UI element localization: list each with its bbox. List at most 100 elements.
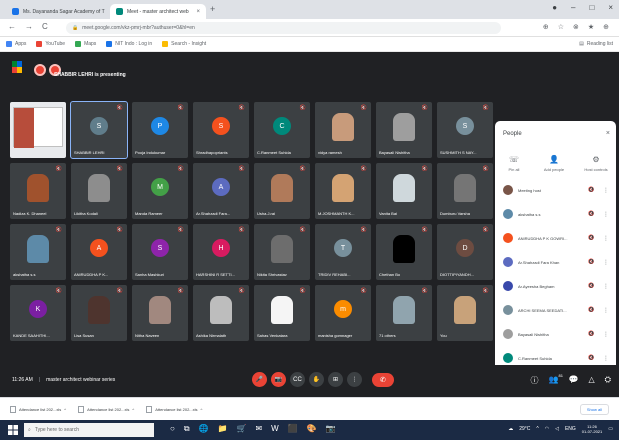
participant-tile[interactable]: A 🔇 Ar.Shahzadi Fara... <box>193 163 249 219</box>
people-icon[interactable]: 👥 <box>549 375 559 386</box>
extension-icon[interactable]: ⊗ <box>573 23 579 31</box>
windows-start-icon[interactable] <box>8 425 18 435</box>
tray-arrow-icon[interactable]: ^ <box>536 426 538 432</box>
more-options-icon[interactable]: ⋮ <box>603 259 609 266</box>
more-options-button[interactable]: ⋮ <box>347 372 362 387</box>
extensions-puzzle-icon[interactable]: ★ <box>588 23 594 31</box>
volume-icon[interactable]: ◁ <box>555 426 559 432</box>
task-view-icon[interactable]: ⧉ <box>184 424 190 434</box>
participant-tile[interactable]: 🔇 Chethan Bo <box>376 224 432 280</box>
host-controls-tab[interactable]: ⚙ Host controls <box>579 155 613 172</box>
minimize-button[interactable]: – <box>571 3 575 12</box>
more-options-icon[interactable]: ⋮ <box>603 235 609 242</box>
cortana-icon[interactable]: ○ <box>170 424 175 434</box>
word-icon[interactable]: W <box>271 424 279 434</box>
participant-tile[interactable]: 🔇 Bayasali Nishitha <box>376 102 432 158</box>
participant-tile[interactable]: 🔇 vidya ramesh <box>315 102 371 158</box>
chevron-up-icon[interactable]: ^ <box>132 407 134 412</box>
back-button[interactable]: ← <box>8 22 16 31</box>
participant-tile[interactable]: 🔇 Nadiza K. Dhaneel <box>10 163 66 219</box>
url-input[interactable]: 🔒 meet.google.com/vkz-pmrj-mbr?authuser=… <box>66 22 501 34</box>
participant-tile[interactable]: 🔇 You <box>437 285 493 341</box>
participant-tile[interactable]: A 🔇 ANIRUDDHA P K... <box>71 224 127 280</box>
raise-hand-button[interactable]: ✋ <box>309 372 324 387</box>
mic-muted-icon[interactable]: 🔇 <box>588 235 594 241</box>
mic-muted-icon[interactable]: 🔇 <box>588 211 594 217</box>
taskbar-search-input[interactable]: ⌕ Type here to search <box>24 423 154 437</box>
captions-button[interactable]: CC <box>290 372 305 387</box>
participant-tile[interactable]: 🔇 Ashika Nirmalath <box>193 285 249 341</box>
reading-list-button[interactable]: ▤ Reading list <box>579 41 613 47</box>
participant-tile[interactable]: 🔇 M.JOSHMANTH K... <box>315 163 371 219</box>
mic-muted-icon[interactable]: 🔇 <box>588 307 594 313</box>
more-options-icon[interactable]: ⋮ <box>603 187 609 194</box>
participant-tile[interactable]: m 🔇 manisha gomnager <box>315 285 371 341</box>
more-options-icon[interactable]: ⋮ <box>603 211 609 218</box>
participant-tile[interactable]: 🔇 71 others <box>376 285 432 341</box>
participant-tile[interactable]: C 🔇 C.Ranmeet Suhida <box>254 102 310 158</box>
tab-close-icon[interactable]: × <box>196 9 200 15</box>
notification-icon[interactable]: ▭ <box>608 426 613 432</box>
new-tab-button[interactable]: + <box>210 4 215 14</box>
participant-tile[interactable]: 🔇 Vanita Bai <box>376 163 432 219</box>
show-all-downloads-button[interactable]: Show all <box>579 403 609 415</box>
close-window-button[interactable]: × <box>608 3 613 12</box>
clock[interactable]: 11:26 01-07-2021 <box>582 424 602 434</box>
file-explorer-icon[interactable]: 📁 <box>218 424 228 434</box>
mic-muted-icon[interactable]: 🔇 <box>588 331 594 337</box>
people-list-item[interactable]: Bayasali Nishitha 🔇 ⋮ <box>495 323 616 345</box>
forward-button[interactable]: → <box>25 22 33 31</box>
app-icon[interactable]: ⬛ <box>288 424 298 434</box>
add-people-tab[interactable]: 👤 Add people <box>537 155 571 172</box>
edge-icon[interactable]: 🌐 <box>199 424 209 434</box>
participant-tile[interactable]: S 🔇 Sanha Mashkuri <box>132 224 188 280</box>
participant-tile[interactable]: 🔇 Lisa Susan <box>71 285 127 341</box>
bookmark-star-icon[interactable]: ☆ <box>558 23 564 31</box>
people-list-item[interactable]: ARCHI SEEMA SEEDATI... 🔇 ⋮ <box>495 299 616 321</box>
mic-muted-icon[interactable]: 🔇 <box>588 283 594 289</box>
chevron-up-icon[interactable]: ^ <box>64 407 66 412</box>
people-list-item[interactable]: Meeting host 🔇 ⋮ <box>495 179 616 201</box>
more-options-icon[interactable]: ⋮ <box>603 331 609 338</box>
microphone-toggle-button[interactable]: 🎤 <box>252 372 267 387</box>
participant-tile[interactable]: H 🔇 HARSHINI R SETTI... <box>193 224 249 280</box>
participant-tile[interactable]: 🔇 Usha.J.rai <box>254 163 310 219</box>
browser-tab-active[interactable]: Meet - master architect web × <box>110 4 206 19</box>
chevron-up-icon[interactable]: ^ <box>201 407 203 412</box>
mic-muted-icon[interactable]: 🔇 <box>588 187 594 193</box>
participant-tile[interactable]: M 🔇 Manda Rameer <box>132 163 188 219</box>
pin-all-tab[interactable]: ☏ Pin all <box>497 155 531 172</box>
people-list-item[interactable]: ANIRUDDHA P K GOWRI... 🔇 ⋮ <box>495 227 616 249</box>
present-button[interactable]: ⊞ <box>328 372 343 387</box>
bookmark-youtube[interactable]: YouTube <box>36 41 65 47</box>
mic-muted-icon[interactable]: 🔇 <box>588 355 594 361</box>
chat-icon[interactable]: 💬 <box>568 375 578 386</box>
people-list-item[interactable]: Ar.Ayeesha Begham 🔇 ⋮ <box>495 275 616 297</box>
leave-call-button[interactable]: ✆ <box>372 372 394 387</box>
browser-tab[interactable]: Ms. Dayananda Sagar Academy of T × <box>6 4 108 19</box>
camera-app-icon[interactable]: 📷 <box>326 424 336 434</box>
info-icon[interactable]: ⓘ <box>531 375 539 386</box>
participant-tile[interactable]: 🔇 Likitha Kodali <box>71 163 127 219</box>
bookmark-nit[interactable]: NIT Indo : Log in <box>106 41 152 47</box>
mail-icon[interactable]: ✉ <box>255 424 262 434</box>
weather-icon[interactable]: ☁ <box>508 426 513 432</box>
maximize-button[interactable]: □ <box>589 3 594 12</box>
participant-tile[interactable]: T 🔇 TRIDIV REHABI... <box>315 224 371 280</box>
participant-tile[interactable]: 🔇 Dumburu Varsha <box>437 163 493 219</box>
people-list-item[interactable]: akshatha s.s 🔇 ⋮ <box>495 203 616 225</box>
activities-icon[interactable]: △ <box>588 375 594 386</box>
profile-avatar-icon[interactable]: ⊕ <box>603 23 609 31</box>
participant-tile[interactable]: S 🔇 SHABBIR LEHRI <box>70 101 128 159</box>
participant-tile[interactable]: 🔇 akshatha s.s <box>10 224 66 280</box>
bookmark-maps[interactable]: Maps <box>75 41 96 47</box>
language-indicator[interactable]: ENG <box>565 426 576 432</box>
bookmark-apps[interactable]: Apps <box>6 41 26 47</box>
wifi-icon[interactable]: ◠ <box>545 426 549 432</box>
host-lock-icon[interactable]: ⛭ <box>605 375 611 386</box>
participant-tile[interactable]: 🔇 Nikita Shrivastav <box>254 224 310 280</box>
profile-icon[interactable]: ● <box>552 3 557 12</box>
store-icon[interactable]: 🛒 <box>237 424 247 434</box>
people-list-item[interactable]: Ar.Shahzadi Fara Khan 🔇 ⋮ <box>495 251 616 273</box>
close-panel-button[interactable]: × <box>606 130 610 137</box>
